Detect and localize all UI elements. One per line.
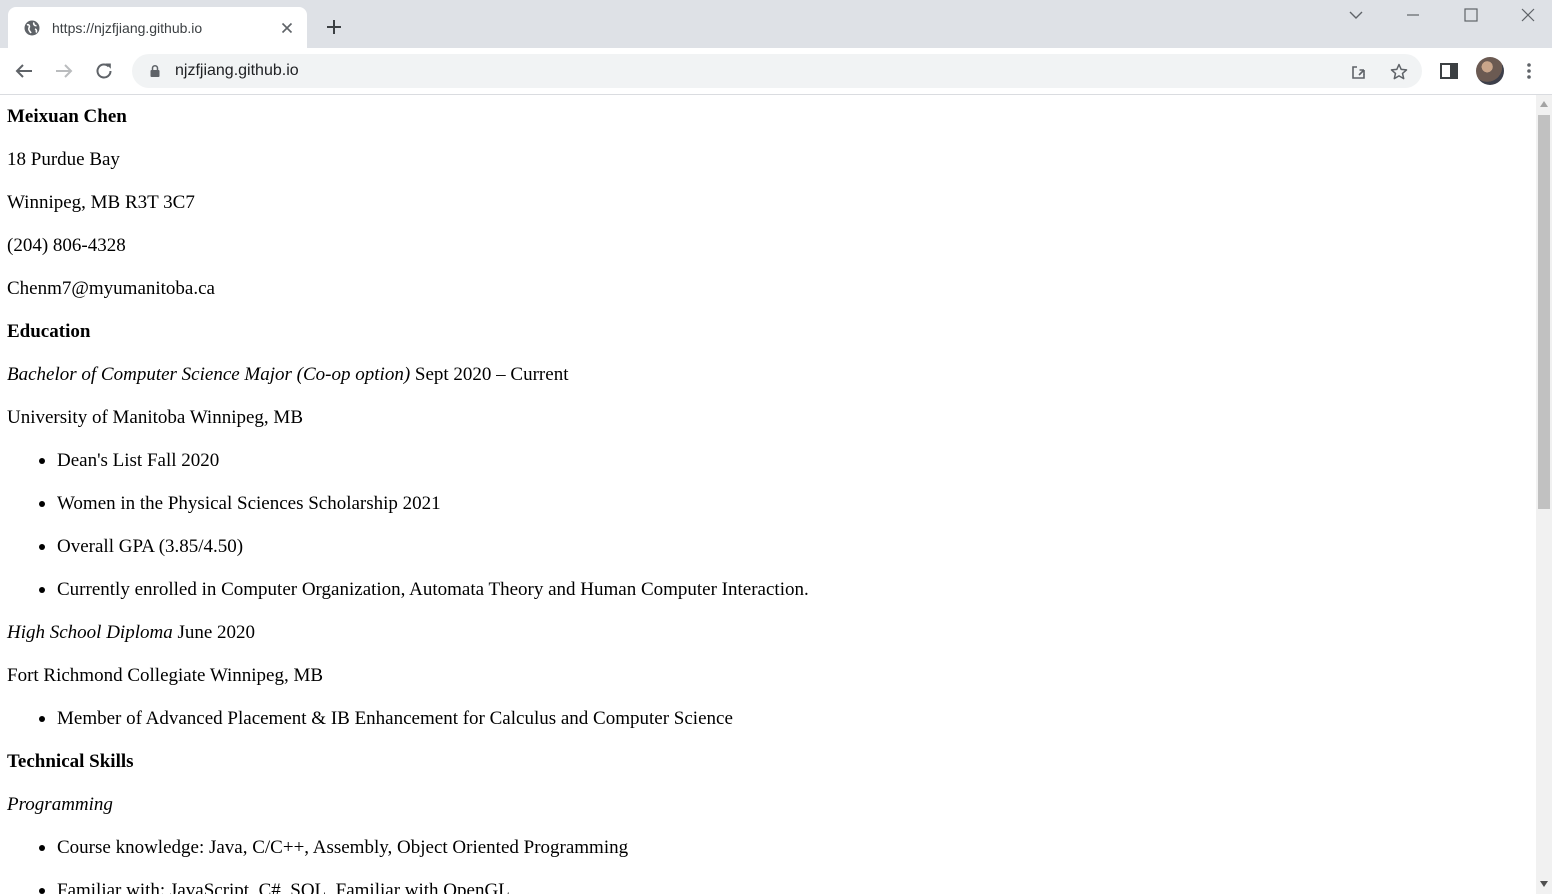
page-content: Meixuan Chen 18 Purdue Bay Winnipeg, MB … xyxy=(0,95,1536,894)
programming-heading: Programming xyxy=(7,794,113,815)
diploma-date: June 2020 xyxy=(172,622,256,643)
vertical-scrollbar[interactable] xyxy=(1536,95,1552,894)
close-tab-icon[interactable] xyxy=(279,20,295,36)
share-icon[interactable] xyxy=(1349,62,1369,82)
list-item: Women in the Physical Sciences Scholarsh… xyxy=(0,492,1100,516)
scroll-down-arrow-icon[interactable] xyxy=(1540,881,1548,887)
degree-dates: Sept 2020 – Current xyxy=(410,364,569,385)
bullet xyxy=(39,544,45,550)
bullet xyxy=(39,587,45,593)
tab-search-icon[interactable] xyxy=(1346,5,1366,25)
bullet xyxy=(39,888,45,894)
resume-name: Meixuan Chen xyxy=(7,106,127,127)
bullet xyxy=(39,845,45,851)
profile-avatar[interactable] xyxy=(1476,57,1504,85)
scrollbar-thumb[interactable] xyxy=(1538,115,1550,509)
list-item: Overall GPA (3.85/4.50) xyxy=(0,535,1100,559)
education-heading: Education xyxy=(7,321,91,342)
phone-number: (204) 806-4328 xyxy=(7,235,126,256)
close-window-icon[interactable] xyxy=(1518,5,1538,25)
reload-icon[interactable] xyxy=(93,60,115,82)
list-item: Currently enrolled in Computer Organizat… xyxy=(0,578,1100,602)
degree-line: Bachelor of Computer Science Major (Co-o… xyxy=(7,363,568,387)
email-address: Chenm7@myumanitoba.ca xyxy=(7,278,215,299)
diploma-line: High School Diploma June 2020 xyxy=(7,621,255,645)
bullet xyxy=(39,501,45,507)
globe-icon xyxy=(24,20,40,36)
degree-title: Bachelor of Computer Science Major (Co-o… xyxy=(7,364,411,385)
list-item: Dean's List Fall 2020 xyxy=(0,449,1100,473)
forward-arrow-icon[interactable] xyxy=(53,60,75,82)
menu-kebab-icon[interactable] xyxy=(1518,60,1540,82)
diploma-title: High School Diploma xyxy=(7,622,173,643)
side-panel-icon[interactable] xyxy=(1438,60,1460,82)
browser-tab[interactable]: https://njzfjiang.github.io xyxy=(8,7,307,48)
bullet xyxy=(39,716,45,722)
university-line: University of Manitoba Winnipeg, MB xyxy=(7,407,303,428)
new-tab-icon[interactable] xyxy=(324,17,344,37)
bookmark-star-icon[interactable] xyxy=(1389,62,1409,82)
url-text: njzfjiang.github.io xyxy=(175,62,299,79)
tab-strip: https://njzfjiang.github.io xyxy=(0,0,1552,48)
skills-heading: Technical Skills xyxy=(7,751,134,772)
list-item: Course knowledge: Java, C/C++, Assembly,… xyxy=(0,836,1100,860)
address-bar[interactable]: njzfjiang.github.io xyxy=(132,54,1422,88)
address-line-2: Winnipeg, MB R3T 3C7 xyxy=(7,192,195,213)
browser-toolbar: njzfjiang.github.io xyxy=(0,48,1552,95)
tab-title: https://njzfjiang.github.io xyxy=(52,20,203,36)
lock-icon[interactable] xyxy=(148,64,162,78)
minimize-icon[interactable] xyxy=(1403,5,1423,25)
maximize-icon[interactable] xyxy=(1461,5,1481,25)
list-item: Member of Advanced Placement & IB Enhanc… xyxy=(0,707,1100,731)
high-school-line: Fort Richmond Collegiate Winnipeg, MB xyxy=(7,665,324,686)
list-item: Familiar with: JavaScript, C#, SQL, Fami… xyxy=(0,879,1100,894)
address-line-1: 18 Purdue Bay xyxy=(7,149,120,170)
bullet xyxy=(39,458,45,464)
back-arrow-icon[interactable] xyxy=(13,60,35,82)
scroll-up-arrow-icon[interactable] xyxy=(1540,101,1548,107)
